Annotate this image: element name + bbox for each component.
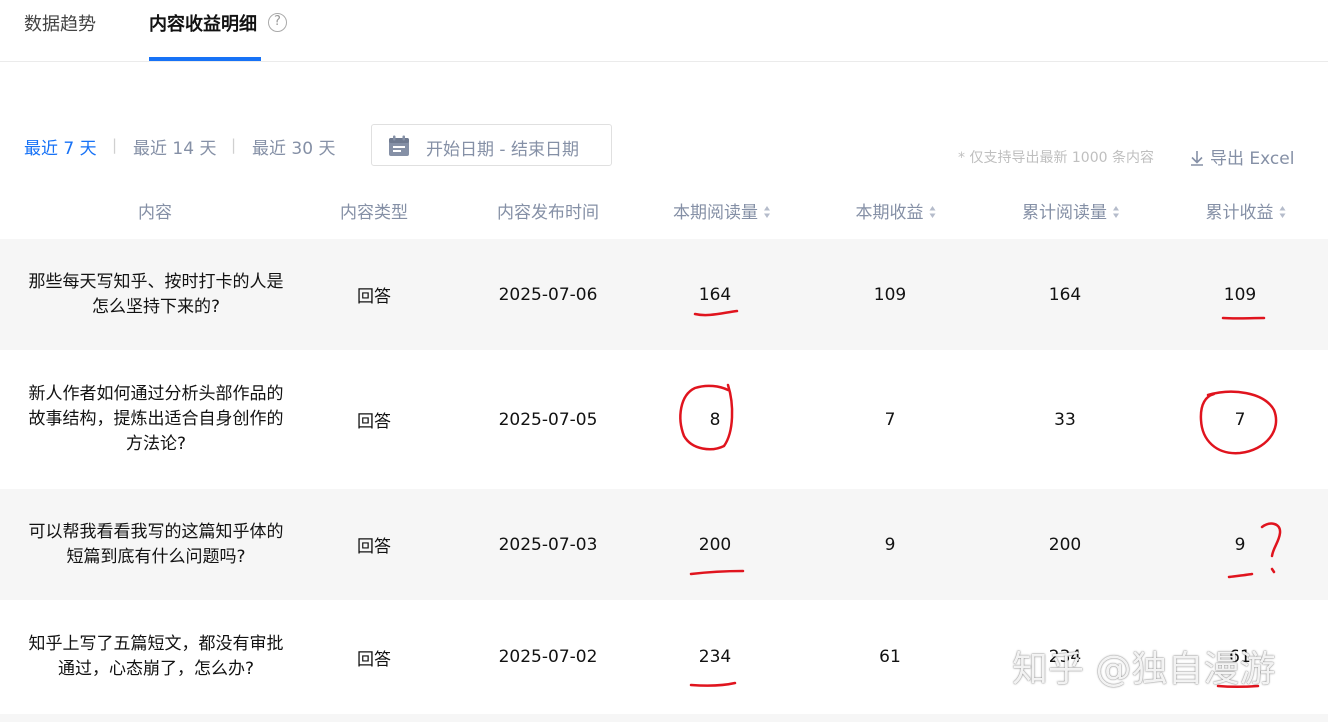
total-income: 9 xyxy=(1234,534,1246,555)
calendar-icon xyxy=(389,135,409,156)
column-header-content: 内容 xyxy=(138,203,172,223)
content-type: 回答 xyxy=(357,649,391,670)
table-row[interactable]: 可以帮我看看我写的这篇知乎体的 短篇到底有什么问题吗? 回答 2025-07-03… xyxy=(0,489,1328,600)
content-type: 回答 xyxy=(357,287,391,307)
tab-content-income-detail[interactable]: 内容收益明细 xyxy=(149,10,257,36)
period-income: 7 xyxy=(884,409,896,430)
tab-bar: 数据趋势 内容收益明细 ? xyxy=(0,0,1328,62)
content-title[interactable]: 可以帮我看看我写的这篇知乎体的 短篇到底有什么问题吗? xyxy=(22,489,290,600)
active-tab-indicator xyxy=(149,57,261,61)
watermark: 知乎 @独自漫游 xyxy=(1012,649,1276,690)
period-reads: 8 xyxy=(709,409,721,430)
period-income: 109 xyxy=(873,284,907,305)
table-row[interactable]: 新人作者如何通过分析头部作品的 故事结构，提炼出适合自身创作的 方法论? 回答 20… xyxy=(0,350,1328,489)
period-income: 61 xyxy=(879,647,901,667)
export-excel-label: 导出 Excel xyxy=(1210,149,1295,169)
sort-icon xyxy=(929,206,936,218)
content-title[interactable]: 知乎上写了五篇短文，都没有审批 通过，心态崩了，怎么办? xyxy=(22,600,290,714)
total-reads: 200 xyxy=(1048,534,1082,555)
tab-data-trend[interactable]: 数据趋势 xyxy=(24,10,96,36)
date-range-text: 开始日期 - 结束日期 xyxy=(426,140,579,160)
period-reads: 200 xyxy=(698,534,732,555)
filter-separator: | xyxy=(231,136,237,154)
export-note: * 仅支持导出最新 1000 条内容 xyxy=(958,150,1154,166)
publish-date: 2025-07-03 xyxy=(498,534,598,555)
publish-date: 2025-07-02 xyxy=(498,647,598,667)
total-reads: 33 xyxy=(1054,409,1076,430)
date-range-picker[interactable]: 开始日期 - 结束日期 xyxy=(371,124,612,166)
export-excel-button[interactable]: 导出 Excel xyxy=(1190,144,1294,169)
sort-icon xyxy=(1279,206,1286,218)
column-header-type: 内容类型 xyxy=(340,203,408,223)
filter-last-14-days[interactable]: 最近 14 天 xyxy=(133,134,216,159)
column-header-period-income[interactable]: 本期收益 xyxy=(856,198,937,223)
content-type: 回答 xyxy=(357,412,391,432)
sort-icon xyxy=(1113,206,1119,218)
period-reads: 234 xyxy=(698,647,732,667)
content-title[interactable]: 新人作者如何通过分析头部作品的 故事结构，提炼出适合自身创作的 方法论? xyxy=(22,350,290,489)
total-reads: 164 xyxy=(1048,284,1082,305)
table-row[interactable]: 那些每天写知乎、按时打卡的人是 怎么坚持下来的? 回答 2025-07-06 16… xyxy=(0,239,1328,350)
filter-last-7-days[interactable]: 最近 7 天 xyxy=(24,134,97,159)
column-header-period-reads[interactable]: 本期阅读量 xyxy=(673,198,771,223)
question-circle-icon[interactable]: ? xyxy=(268,13,287,32)
sort-icon xyxy=(764,206,770,218)
content-type: 回答 xyxy=(357,537,391,557)
column-header-total-reads[interactable]: 累计阅读量 xyxy=(1022,198,1120,223)
filter-separator: | xyxy=(112,136,118,154)
period-reads: 164 xyxy=(698,284,732,305)
table-row-next xyxy=(0,714,1328,722)
total-income: 7 xyxy=(1234,409,1246,430)
content-title[interactable]: 那些每天写知乎、按时打卡的人是 怎么坚持下来的? xyxy=(22,239,290,350)
total-income: 109 xyxy=(1223,284,1257,305)
publish-date: 2025-07-06 xyxy=(498,284,598,305)
column-header-publish-time: 内容发布时间 xyxy=(497,203,599,223)
filter-last-30-days[interactable]: 最近 30 天 xyxy=(252,134,335,159)
period-income: 9 xyxy=(884,534,896,555)
download-icon xyxy=(1191,151,1203,166)
publish-date: 2025-07-05 xyxy=(498,409,598,430)
column-header-total-income[interactable]: 累计收益 xyxy=(1206,198,1287,223)
